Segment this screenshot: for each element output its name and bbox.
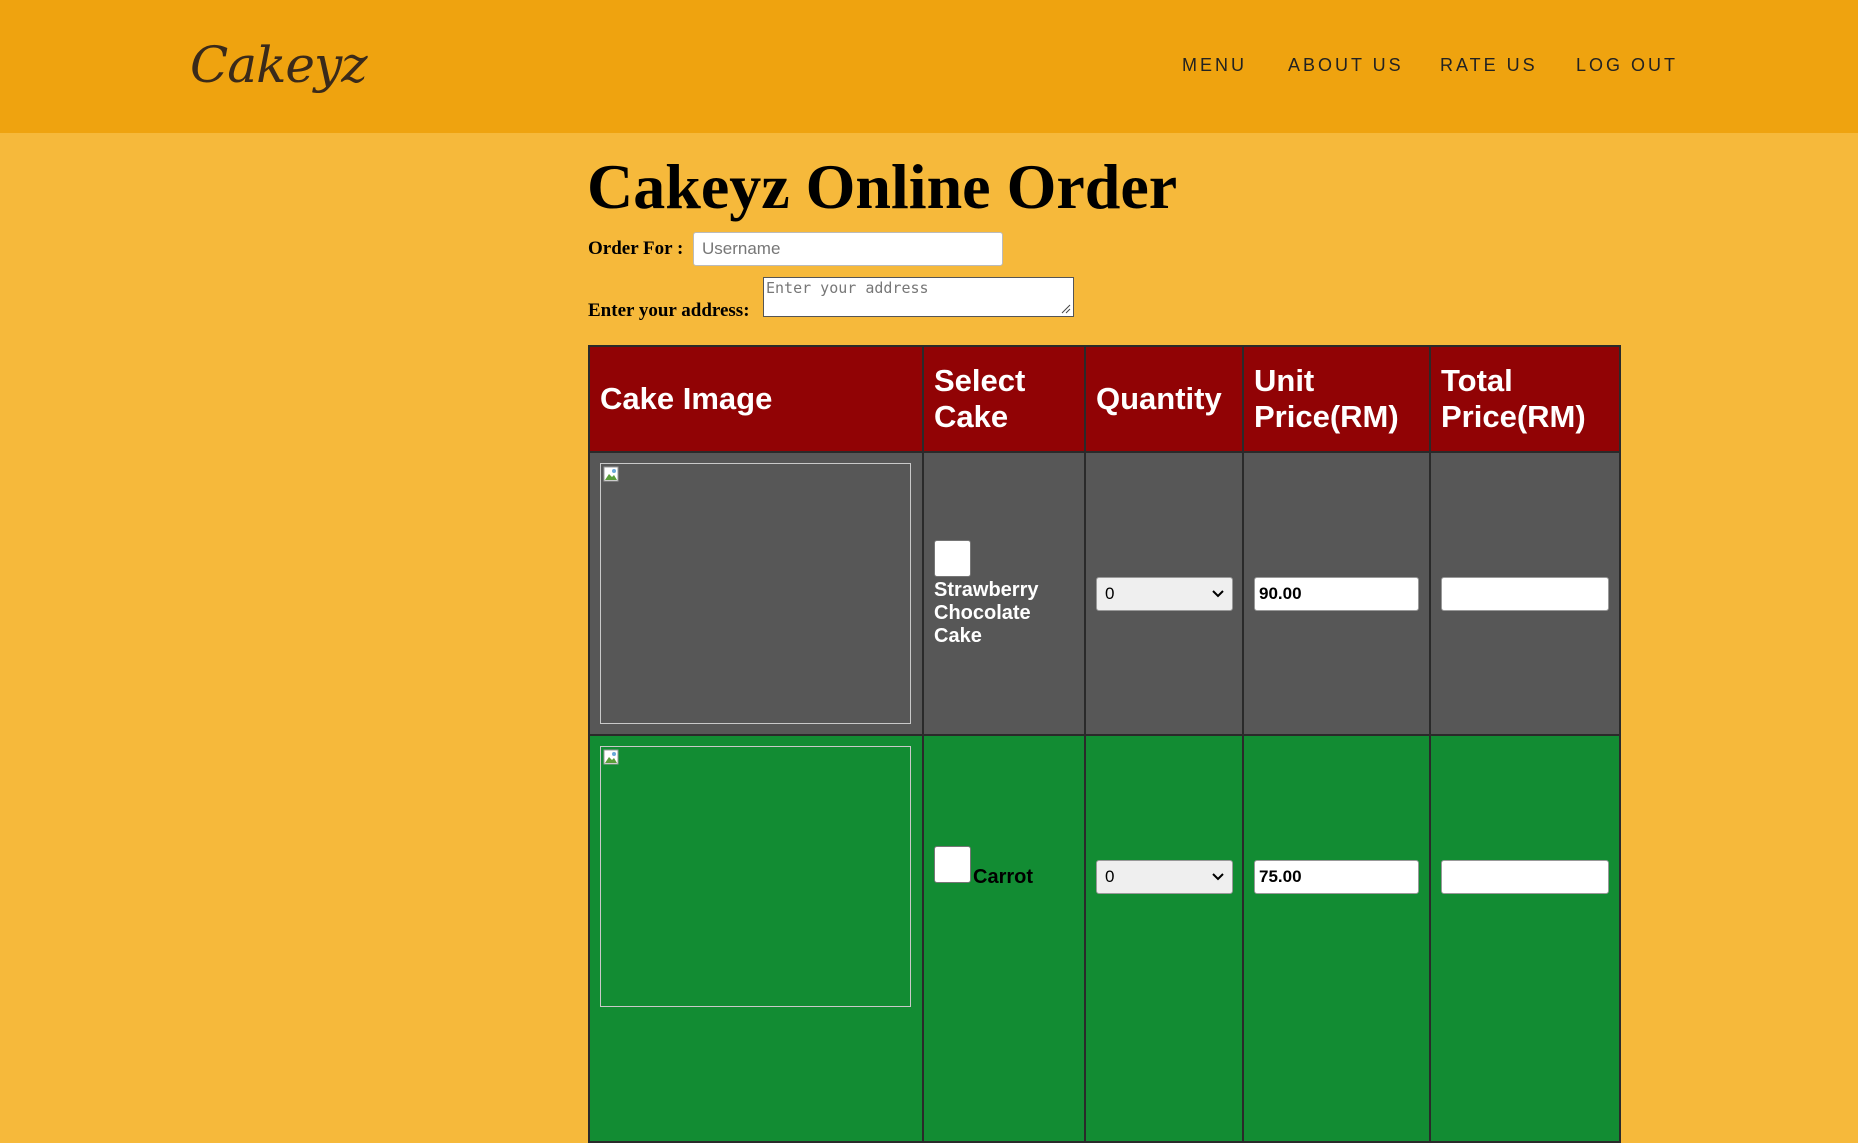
select-cake-cell: Carrot xyxy=(922,734,1086,1143)
cake-name-label: Carrot xyxy=(973,866,1034,888)
address-label: Enter your address: xyxy=(588,300,750,321)
order-for-label: Order For : xyxy=(588,238,684,259)
address-textarea[interactable] xyxy=(763,277,1074,317)
resize-grip-icon[interactable] xyxy=(1061,304,1071,314)
cake-image-cell xyxy=(588,451,924,736)
table-header-row: Cake Image Select Cake Quantity Unit Pri… xyxy=(588,345,1621,453)
username-input[interactable] xyxy=(693,232,1003,266)
quantity-cell: 0 xyxy=(1084,734,1244,1143)
cake-image xyxy=(600,746,911,1007)
top-navbar: Cakeyz MENU ABOUT US RATE US LOG OUT xyxy=(0,0,1858,133)
quantity-cell: 0 xyxy=(1084,451,1244,736)
select-cake-cell: Strawberry Chocolate Cake xyxy=(922,451,1086,736)
table-row: Strawberry Chocolate Cake 0 xyxy=(588,451,1621,736)
page-title: Cakeyz Online Order xyxy=(587,151,1178,222)
header-select-cake: Select Cake xyxy=(922,345,1086,453)
unit-price-field[interactable] xyxy=(1254,576,1419,611)
brand-logo[interactable]: Cakeyz xyxy=(190,36,368,94)
cake-image-cell xyxy=(588,734,924,1143)
unit-price-field[interactable] xyxy=(1254,860,1419,894)
quantity-value: 0 xyxy=(1105,867,1115,886)
select-cake-checkbox[interactable] xyxy=(934,539,971,577)
total-price-field[interactable] xyxy=(1441,576,1609,611)
unit-price-cell xyxy=(1242,734,1431,1143)
header-cake-image: Cake Image xyxy=(588,345,924,453)
table-row: Carrot 0 xyxy=(588,734,1621,1143)
chevron-down-icon xyxy=(1212,873,1224,881)
header-unit-price: Unit Price(RM) xyxy=(1242,345,1431,453)
header-total-price: Total Price(RM) xyxy=(1429,345,1621,453)
nav-log-out[interactable]: LOG OUT xyxy=(1576,55,1678,76)
unit-price-cell xyxy=(1242,451,1431,736)
chevron-down-icon xyxy=(1212,589,1224,597)
broken-image-icon xyxy=(603,749,619,765)
broken-image-icon xyxy=(603,466,619,482)
nav-rate-us[interactable]: RATE US xyxy=(1440,55,1538,76)
order-table: Cake Image Select Cake Quantity Unit Pri… xyxy=(588,345,1621,1143)
header-quantity: Quantity xyxy=(1084,345,1244,453)
quantity-select[interactable]: 0 xyxy=(1096,576,1233,611)
cake-name-label: Strawberry Chocolate Cake xyxy=(934,578,1039,647)
cake-image xyxy=(600,463,911,724)
total-price-field[interactable] xyxy=(1441,860,1609,894)
select-cake-checkbox[interactable] xyxy=(934,846,971,883)
nav-menu[interactable]: MENU xyxy=(1182,55,1247,76)
total-price-cell xyxy=(1429,734,1621,1143)
quantity-value: 0 xyxy=(1105,583,1115,603)
quantity-select[interactable]: 0 xyxy=(1096,860,1233,894)
nav-about-us[interactable]: ABOUT US xyxy=(1288,55,1404,76)
total-price-cell xyxy=(1429,451,1621,736)
